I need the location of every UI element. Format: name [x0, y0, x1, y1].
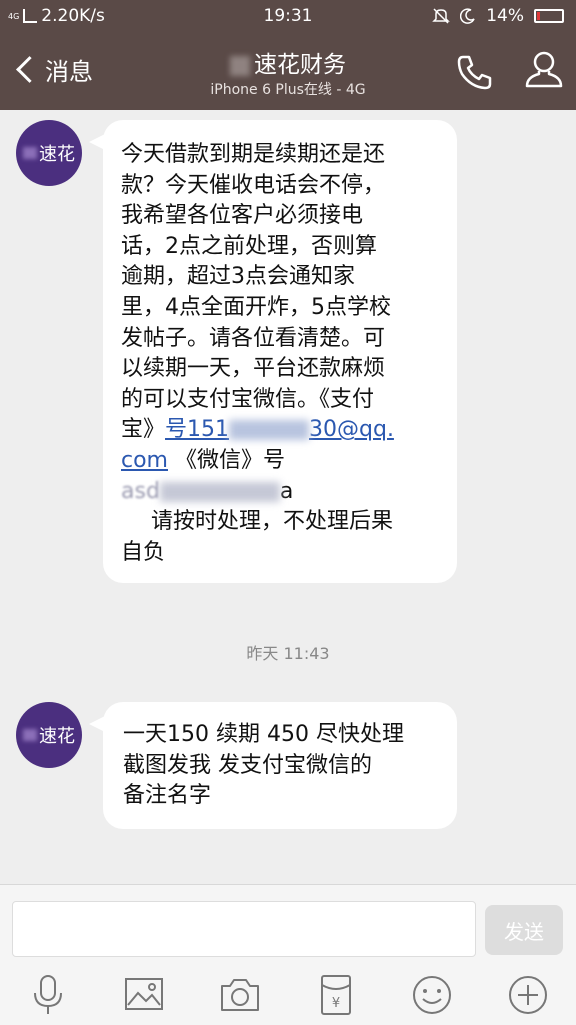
- message-line: 的可以支付宝微信。《支付: [121, 386, 375, 412]
- avatar-label: 速花: [39, 144, 75, 165]
- email-link-end: 30@qq.: [309, 417, 394, 443]
- redacted-mark: [23, 729, 37, 741]
- message-input[interactable]: [12, 901, 476, 957]
- message-line: 话，2点之前处理，否则算: [121, 233, 377, 259]
- email-link[interactable]: 号151 30@qq.: [165, 417, 394, 442]
- avatar[interactable]: 速花: [16, 702, 82, 768]
- battery-percent: 14%: [486, 6, 524, 26]
- message-line: 以续期一天，平台还款麻烦: [121, 356, 386, 382]
- battery-icon: [534, 9, 564, 23]
- microphone-icon[interactable]: [26, 973, 70, 1017]
- message-bubble[interactable]: 今天借款到期是续期还是还 款？今天催收电话会不停， 我希望各位客户必须接电 话，…: [89, 120, 457, 583]
- toolbar: ¥: [0, 965, 576, 1025]
- mute-icon: [432, 8, 451, 24]
- message-bubble[interactable]: 一天150 续期 450 尽快处理 截图发我 发支付宝微信的 备注名字: [89, 702, 457, 829]
- email-link-domain[interactable]: com: [121, 448, 168, 473]
- phone-icon[interactable]: [455, 52, 495, 92]
- message-line: 发帖子。请各位看清楚。可: [121, 325, 386, 351]
- message-line: 请按时处理，不处理后果: [151, 509, 394, 535]
- message-line: 里，4点全面开炸，5点学校: [121, 294, 391, 320]
- message-line: 今天借款到期是续期还是还: [121, 142, 386, 167]
- image-icon[interactable]: [122, 973, 166, 1017]
- message-line: 我希望各位客户必须接电: [121, 203, 364, 229]
- message-line: 一天150 续期 450 尽快处理: [123, 722, 404, 747]
- send-button[interactable]: 发送: [485, 905, 563, 955]
- wechat-suffix: a: [279, 478, 294, 504]
- status-bar: 4G 2.20K/s 19:31 14%: [0, 0, 576, 32]
- camera-icon[interactable]: [218, 973, 262, 1017]
- message-line: 截图发我 发支付宝微信的: [123, 752, 372, 778]
- alipay-prefix: 宝》: [121, 417, 166, 443]
- message-line: 逾期，超过3点会通知家: [121, 264, 355, 290]
- redacted-mark: [230, 55, 250, 76]
- message-line: asd a: [121, 477, 439, 508]
- message-line: 备注名字: [123, 783, 212, 809]
- email-link-start: 号151: [165, 417, 230, 443]
- plus-icon[interactable]: [506, 973, 550, 1017]
- redacted-mark: [159, 481, 280, 502]
- contact-icon[interactable]: [522, 48, 566, 92]
- message-line: 款？今天催收电话会不停，: [121, 172, 386, 198]
- emoji-icon[interactable]: [410, 973, 454, 1017]
- message-line: 宝》号151 30@qq.: [121, 415, 439, 446]
- chat-header: 消息 速花财务 iPhone 6 Plus在线 - 4G: [0, 32, 576, 110]
- avatar[interactable]: 速花: [16, 120, 82, 186]
- avatar-label: 速花: [39, 726, 75, 747]
- message-line: 自负: [121, 539, 166, 565]
- battery-level: [537, 12, 540, 20]
- svg-text:¥: ¥: [332, 996, 340, 1011]
- redacted-mark: [23, 147, 37, 159]
- status-right: 14%: [432, 6, 564, 26]
- message-line: com 《微信》号: [121, 446, 439, 477]
- redacted-mark: [229, 420, 310, 441]
- red-envelope-icon[interactable]: ¥: [314, 973, 358, 1017]
- chat-title-text: 速花财务: [254, 52, 346, 78]
- wechat-prefix: asd: [121, 478, 160, 504]
- timestamp: 昨天 11:43: [246, 644, 330, 663]
- moon-icon: [460, 8, 475, 24]
- wechat-label: 《微信》号: [175, 447, 286, 473]
- composer: 发送 ¥: [0, 884, 576, 1025]
